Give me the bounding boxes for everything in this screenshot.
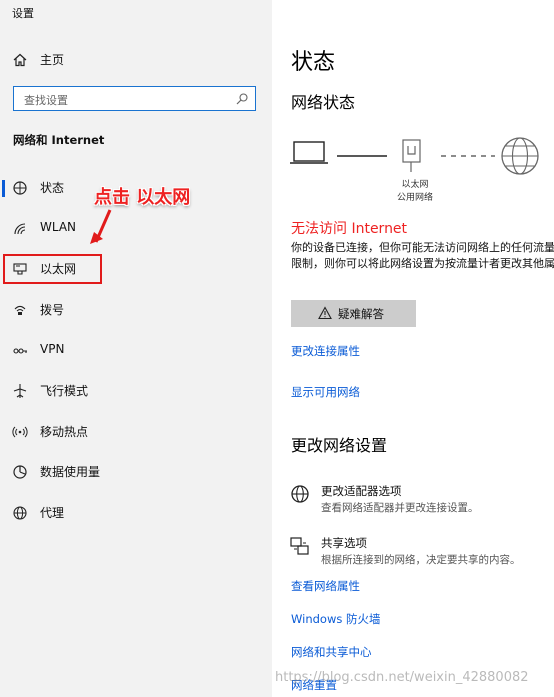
sidebar-home-label: 主页 bbox=[40, 53, 65, 67]
sidebar-item-data-usage[interactable]: 数据使用量 bbox=[0, 452, 272, 492]
warning-icon bbox=[318, 306, 332, 320]
airplane-icon bbox=[13, 384, 27, 398]
sidebar-item-label: 数据使用量 bbox=[40, 465, 101, 479]
sidebar-item-hotspot[interactable]: 移动热点 bbox=[0, 412, 272, 452]
sidebar: 设置 主页 查找设置 网络和 Internet 状态 WLAN 以太网 拨号 V… bbox=[0, 0, 272, 697]
sharing-options-subtitle: 根据所连接到的网络，决定要共享的内容。 bbox=[321, 554, 521, 566]
home-icon bbox=[13, 53, 27, 67]
sidebar-item-wlan[interactable]: WLAN bbox=[0, 209, 272, 249]
sidebar-item-vpn[interactable]: VPN bbox=[0, 331, 272, 371]
status-description: 你的设备已连接，但你可能无法访问网络上的任何流量套餐有限制，则你可以将此网络设置… bbox=[291, 241, 554, 270]
sidebar-item-airplane[interactable]: 飞行模式 bbox=[0, 371, 272, 411]
search-placeholder: 查找设置 bbox=[24, 94, 68, 107]
sidebar-item-label: 状态 bbox=[40, 181, 65, 195]
error-title: 无法访问 Internet bbox=[291, 221, 408, 237]
sidebar-item-proxy[interactable]: 代理 bbox=[0, 493, 272, 533]
hotspot-icon bbox=[12, 426, 28, 438]
diagram-label-network: 公用网络 bbox=[396, 193, 433, 203]
main-panel: 状态 网络状态 以太网 公用网络 无法访问 Internet 你的设备已连接，但… bbox=[272, 0, 554, 697]
adapter-globe-icon bbox=[291, 485, 309, 503]
vpn-icon bbox=[13, 348, 27, 354]
search-input[interactable]: 查找设置 bbox=[13, 86, 256, 111]
annotation-arrow-icon bbox=[90, 209, 112, 244]
sidebar-item-label: 拨号 bbox=[40, 303, 65, 317]
sidebar-item-label: 代理 bbox=[40, 506, 65, 520]
adapter-options-item[interactable]: 更改适配器选项 查看网络适配器并更改连接设置。 bbox=[272, 478, 554, 516]
internet-globe-icon bbox=[501, 137, 539, 175]
network-sharing-center-link[interactable]: 网络和共享中心 bbox=[291, 644, 372, 660]
diagram-label-ethernet: 以太网 bbox=[401, 180, 429, 190]
change-connection-properties-link[interactable]: 更改连接属性 bbox=[291, 343, 360, 359]
sharing-options-item[interactable]: 共享选项 根据所连接到的网络，决定要共享的内容。 bbox=[272, 530, 554, 568]
network-diagram bbox=[290, 137, 539, 175]
sidebar-item-label: 飞行模式 bbox=[40, 384, 89, 398]
troubleshoot-button[interactable]: 疑难解答 bbox=[291, 300, 416, 327]
sidebar-item-label: VPN bbox=[40, 342, 65, 356]
sidebar-home[interactable]: 主页 bbox=[0, 40, 272, 80]
section-title: 网络和 Internet bbox=[13, 133, 105, 147]
sharing-options-title: 共享选项 bbox=[321, 536, 367, 550]
adapter-options-title: 更改适配器选项 bbox=[321, 484, 402, 498]
search-icon bbox=[236, 93, 248, 105]
view-network-properties-link[interactable]: 查看网络属性 bbox=[291, 578, 360, 594]
annotation-label: 点击 以太网 bbox=[94, 187, 191, 208]
network-status-heading: 网络状态 bbox=[291, 93, 356, 112]
page-title: 状态 bbox=[291, 50, 336, 75]
wifi-icon bbox=[14, 223, 26, 235]
troubleshoot-label: 疑难解答 bbox=[338, 307, 384, 321]
show-available-networks-link[interactable]: 显示可用网络 bbox=[291, 384, 360, 400]
sidebar-item-label: WLAN bbox=[40, 220, 77, 234]
ethernet-port-icon bbox=[402, 139, 421, 172]
data-usage-icon bbox=[13, 465, 27, 479]
sharing-icon bbox=[290, 537, 309, 555]
laptop-icon bbox=[290, 141, 328, 164]
sidebar-item-dialup[interactable]: 拨号 bbox=[0, 290, 272, 330]
adapter-options-subtitle: 查看网络适配器并更改连接设置。 bbox=[321, 502, 479, 514]
ethernet-highlight-box bbox=[3, 254, 102, 284]
windows-firewall-link[interactable]: Windows 防火墙 bbox=[291, 611, 381, 627]
sidebar-item-label: 移动热点 bbox=[40, 425, 89, 439]
dialup-icon bbox=[14, 305, 26, 315]
window-title: 设置 bbox=[12, 7, 34, 20]
watermark: https://blog.csdn.net/weixin_42880082 bbox=[275, 670, 529, 685]
status-icon bbox=[13, 181, 27, 195]
globe-icon bbox=[13, 506, 27, 520]
change-settings-heading: 更改网络设置 bbox=[291, 436, 388, 455]
